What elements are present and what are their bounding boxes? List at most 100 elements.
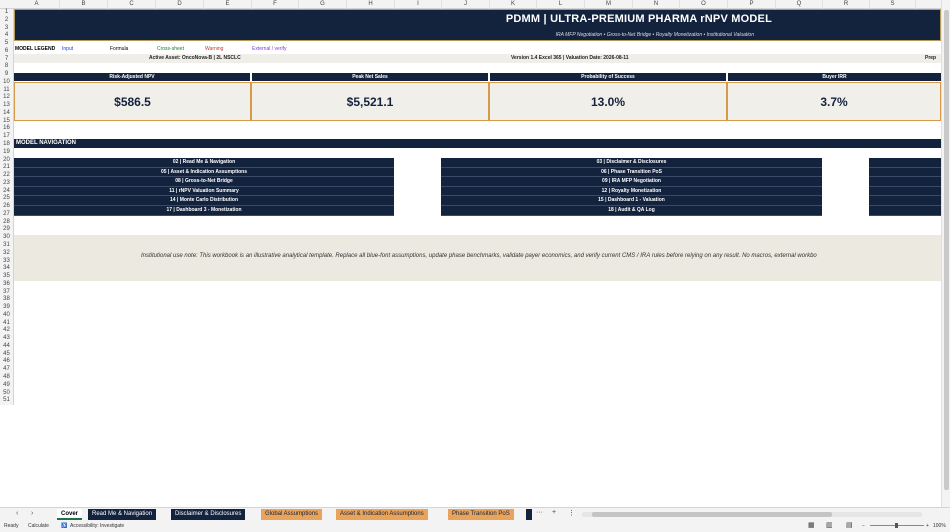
column-header[interactable]: K bbox=[490, 0, 537, 9]
nav-link[interactable]: 08 | Gross-to-Net Bridge bbox=[14, 177, 394, 187]
tab-global-assumptions[interactable]: Global Assumptions bbox=[261, 509, 323, 520]
nav-link[interactable]: 18 | Audit & QA Log bbox=[441, 205, 822, 216]
column-header[interactable]: I bbox=[395, 0, 442, 9]
row-header[interactable]: 37 bbox=[0, 289, 13, 297]
row-header[interactable]: 16 bbox=[0, 125, 13, 133]
nav-link[interactable] bbox=[869, 177, 941, 187]
row-header[interactable]: 44 bbox=[0, 343, 13, 351]
column-header[interactable]: A bbox=[14, 0, 60, 9]
row-header[interactable]: 7 bbox=[0, 56, 13, 64]
kpi-card-rnpv[interactable]: $586.5 bbox=[14, 82, 251, 121]
nav-link[interactable]: 17 | Dashboard 3 - Monetization bbox=[14, 205, 394, 216]
add-sheet-icon[interactable]: + bbox=[552, 509, 556, 516]
row-header[interactable]: 51 bbox=[0, 397, 13, 405]
nav-link[interactable] bbox=[869, 186, 941, 197]
column-header[interactable]: N bbox=[633, 0, 680, 9]
tab-phase-transition[interactable]: Phase Transition PoS bbox=[448, 509, 514, 520]
row-header[interactable]: 15 bbox=[0, 118, 13, 126]
column-header[interactable]: D bbox=[156, 0, 204, 9]
nav-link[interactable] bbox=[869, 205, 941, 216]
nav-link[interactable]: 12 | Royalty Monetization bbox=[441, 186, 822, 197]
row-header[interactable]: 9 bbox=[0, 71, 13, 79]
row-header[interactable]: 23 bbox=[0, 180, 13, 188]
kpi-card-irr[interactable]: 3.7% bbox=[727, 82, 941, 121]
row-header[interactable]: 1 bbox=[0, 9, 13, 17]
tab-overflow[interactable] bbox=[526, 509, 532, 520]
tab-disclaimer[interactable]: Disclaimer & Disclosures bbox=[171, 509, 246, 520]
row-header[interactable]: 39 bbox=[0, 304, 13, 312]
row-header[interactable]: 25 bbox=[0, 195, 13, 203]
zoom-slider-knob[interactable] bbox=[895, 523, 898, 528]
row-header[interactable]: 31 bbox=[0, 242, 13, 250]
tab-read-me[interactable]: Read Me & Navigation bbox=[88, 509, 157, 520]
row-header[interactable]: 27 bbox=[0, 211, 13, 219]
nav-link[interactable] bbox=[869, 158, 941, 168]
more-sheets-icon[interactable]: ··· bbox=[536, 509, 543, 516]
row-header[interactable]: 48 bbox=[0, 374, 13, 382]
normal-view-icon[interactable]: ▦ bbox=[808, 520, 815, 532]
page-break-icon[interactable]: ▤ bbox=[846, 520, 853, 532]
vertical-scrollbar[interactable] bbox=[941, 0, 950, 507]
row-header[interactable]: 10 bbox=[0, 79, 13, 87]
sheet-grid[interactable]: PDMM | ULTRA-PREMIUM PHARMA rNPV MODEL I… bbox=[14, 9, 941, 507]
nav-link[interactable]: 15 | Dashboard 1 - Valuation bbox=[441, 196, 822, 206]
nav-link[interactable]: 02 | Read Me & Navigation bbox=[14, 158, 394, 168]
row-header[interactable]: 21 bbox=[0, 164, 13, 172]
row-header[interactable]: 20 bbox=[0, 157, 13, 165]
column-header[interactable]: O bbox=[680, 0, 728, 9]
row-header[interactable]: 32 bbox=[0, 250, 13, 258]
row-header[interactable]: 35 bbox=[0, 273, 13, 281]
nav-link[interactable]: 11 | rNPV Valuation Summary bbox=[14, 186, 394, 197]
row-header[interactable]: 5 bbox=[0, 40, 13, 48]
row-header[interactable]: 34 bbox=[0, 265, 13, 273]
column-header[interactable]: M bbox=[585, 0, 633, 9]
row-header[interactable]: 24 bbox=[0, 188, 13, 196]
nav-link[interactable]: 14 | Monte Carlo Distribution bbox=[14, 196, 394, 206]
prev-sheet-icon[interactable]: ‹ bbox=[16, 510, 18, 517]
row-header[interactable]: 30 bbox=[0, 234, 13, 242]
nav-link[interactable]: 06 | Phase Transition PoS bbox=[441, 167, 822, 178]
column-header[interactable]: B bbox=[60, 0, 108, 9]
row-header[interactable]: 41 bbox=[0, 320, 13, 328]
calculate-button[interactable]: Calculate bbox=[28, 520, 49, 532]
page-layout-icon[interactable]: ▥ bbox=[826, 520, 833, 532]
row-header[interactable]: 18 bbox=[0, 141, 13, 149]
nav-link[interactable]: 03 | Disclaimer & Disclosures bbox=[441, 158, 822, 168]
row-header[interactable]: 47 bbox=[0, 366, 13, 374]
accessibility-status[interactable]: Accessibility: Investigate bbox=[70, 520, 124, 532]
row-header[interactable]: 36 bbox=[0, 281, 13, 289]
column-header[interactable]: S bbox=[870, 0, 916, 9]
nav-link[interactable]: 09 | IRA MFP Negotiation bbox=[441, 177, 822, 187]
nav-link[interactable]: 05 | Asset & Indication Assumptions bbox=[14, 167, 394, 178]
horizontal-scroll-thumb[interactable] bbox=[592, 512, 832, 517]
row-header[interactable]: 13 bbox=[0, 102, 13, 110]
row-header[interactable]: 19 bbox=[0, 149, 13, 157]
sheet-menu-icon[interactable]: ⋮ bbox=[568, 509, 575, 517]
horizontal-scrollbar[interactable] bbox=[582, 512, 922, 517]
row-header[interactable]: 3 bbox=[0, 25, 13, 33]
row-header[interactable]: 43 bbox=[0, 335, 13, 343]
row-header[interactable]: 40 bbox=[0, 312, 13, 320]
tab-asset-assumptions[interactable]: Asset & Indication Assumptions bbox=[336, 509, 428, 520]
row-header[interactable]: 49 bbox=[0, 382, 13, 390]
nav-link[interactable] bbox=[869, 196, 941, 206]
row-header[interactable]: 17 bbox=[0, 133, 13, 141]
scroll-thumb[interactable] bbox=[944, 10, 949, 490]
column-header[interactable]: F bbox=[252, 0, 299, 9]
row-header[interactable]: 12 bbox=[0, 94, 13, 102]
row-header[interactable]: 8 bbox=[0, 63, 13, 71]
zoom-out-icon[interactable]: − bbox=[862, 520, 865, 532]
zoom-level[interactable]: 100% bbox=[933, 520, 946, 532]
column-header[interactable]: E bbox=[204, 0, 252, 9]
zoom-in-icon[interactable]: + bbox=[926, 520, 929, 532]
row-header[interactable]: 50 bbox=[0, 390, 13, 398]
row-header[interactable]: 28 bbox=[0, 219, 13, 227]
row-header[interactable]: 45 bbox=[0, 351, 13, 359]
row-header[interactable]: 26 bbox=[0, 203, 13, 211]
tab-cover[interactable]: Cover bbox=[57, 509, 83, 520]
column-header[interactable]: L bbox=[537, 0, 585, 9]
row-header[interactable]: 33 bbox=[0, 258, 13, 266]
column-header[interactable]: C bbox=[108, 0, 156, 9]
column-header[interactable]: J bbox=[442, 0, 490, 9]
column-header[interactable]: G bbox=[299, 0, 347, 9]
